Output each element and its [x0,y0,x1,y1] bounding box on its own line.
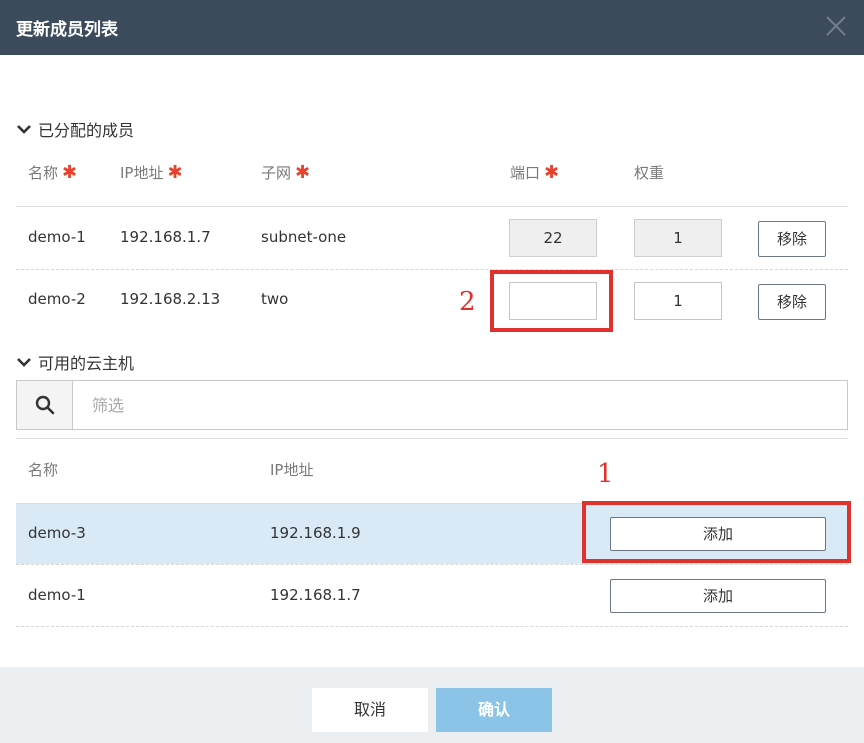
weight-input: 1 [634,219,722,257]
instance-name: demo-3 [28,524,86,542]
required-mark: ✱ [62,162,78,183]
required-mark: ✱ [167,162,183,183]
table-divider [16,206,848,207]
row-divider [16,269,848,270]
member-name: demo-1 [28,228,86,246]
instance-ip: 192.168.1.7 [270,586,361,604]
col-header-ip: IP地址 ✱ [120,162,183,183]
filter-input[interactable] [74,381,846,429]
filter-box [16,380,848,430]
remove-button[interactable]: 移除 [758,284,826,320]
search-icon [35,395,55,415]
cancel-button[interactable]: 取消 [312,688,428,732]
assigned-section-title: 已分配的成员 [38,121,135,140]
row-divider [16,626,848,627]
weight-input[interactable]: 1 [634,282,722,320]
chevron-down-icon [17,358,31,367]
col-header-name: 名称 ✱ [28,162,77,183]
annotation-box-1 [582,501,851,563]
available-section-title: 可用的云主机 [38,354,135,373]
col-header-weight: 权重 [634,164,665,182]
col-header-subnet-label: 子网 [261,164,292,182]
dialog-header: 更新成员列表 [0,0,864,55]
row-divider [16,564,848,565]
confirm-button[interactable]: 确认 [436,688,552,732]
search-icon-box [17,381,73,429]
annotation-number-1: 1 [597,459,614,489]
member-ip: 192.168.2.13 [120,290,221,308]
port-input: 22 [509,219,597,257]
chevron-down-icon [17,125,31,134]
member-subnet: two [261,290,289,308]
member-name: demo-2 [28,290,86,308]
dialog-title: 更新成员列表 [16,20,118,40]
available-section-toggle[interactable]: 可用的云主机 [16,350,134,374]
member-subnet: subnet-one [261,228,347,246]
col-header-name: 名称 [28,461,59,479]
section-divider [16,438,848,439]
member-ip: 192.168.1.7 [120,228,211,246]
col-header-ip: IP地址 [270,461,314,479]
col-header-port-label: 端口 [510,164,541,182]
remove-button[interactable]: 移除 [758,221,826,257]
add-button[interactable]: 添加 [610,579,826,613]
dialog-footer: 取消 确认 [0,667,864,743]
annotation-box-2 [490,270,613,332]
col-header-port: 端口 ✱ [510,162,559,183]
assigned-section-toggle[interactable]: 已分配的成员 [16,117,134,141]
instance-name: demo-1 [28,586,86,604]
required-mark: ✱ [544,162,560,183]
col-header-name-label: 名称 [28,164,59,182]
col-header-subnet: 子网 ✱ [261,162,310,183]
close-icon[interactable] [824,14,848,38]
col-header-ip-label: IP地址 [120,164,164,182]
required-mark: ✱ [295,162,311,183]
annotation-number-2: 2 [459,287,476,317]
instance-ip: 192.168.1.9 [270,524,361,542]
